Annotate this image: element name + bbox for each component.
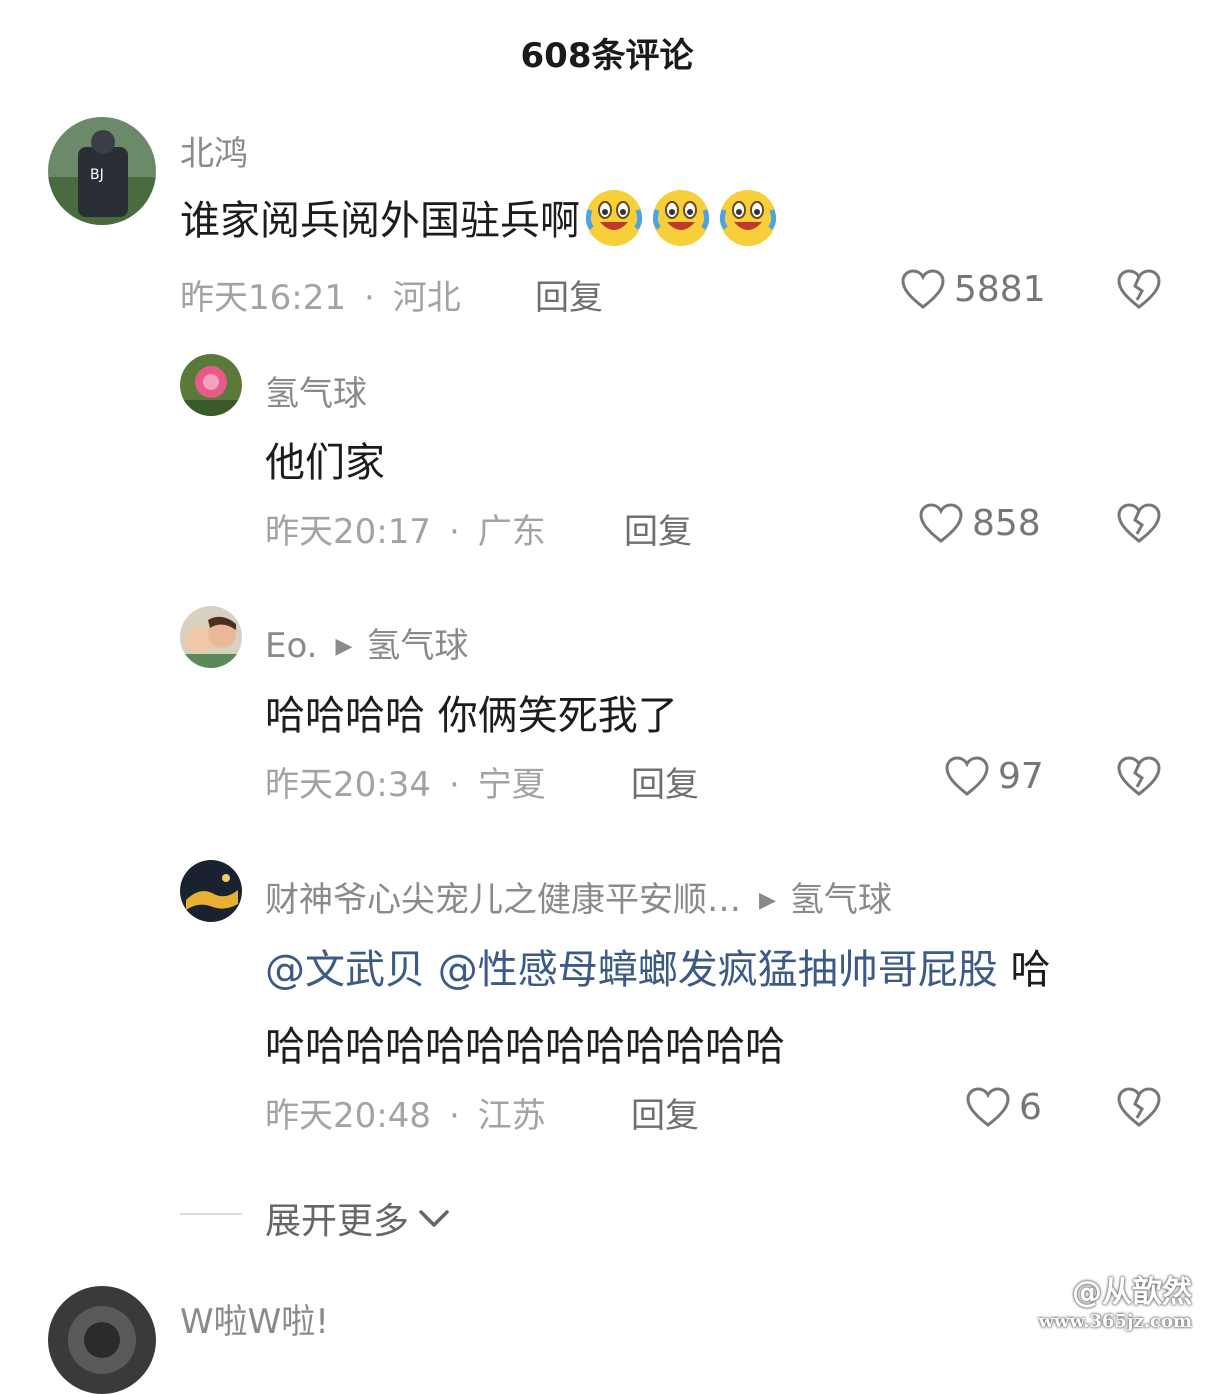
comment-location: 江苏 bbox=[477, 1096, 546, 1136]
username[interactable]: 北鸿 bbox=[180, 126, 248, 175]
expand-more-label: 展开更多 bbox=[265, 1201, 410, 1242]
comment-text-body: 哈 bbox=[1010, 947, 1051, 993]
reply-to-username[interactable]: 氢气球 bbox=[366, 626, 468, 666]
avatar[interactable] bbox=[180, 606, 242, 668]
like-count: 6 bbox=[1019, 1086, 1042, 1128]
comment-location: 宁夏 bbox=[477, 765, 546, 805]
mention-link[interactable]: @文武贝 bbox=[265, 947, 425, 993]
avatar[interactable]: BJ bbox=[48, 117, 156, 225]
dislike-button[interactable] bbox=[1115, 268, 1163, 314]
like-button[interactable]: 97 bbox=[944, 755, 1044, 797]
expand-more-button[interactable]: 展开更多 bbox=[265, 1192, 451, 1244]
comment-location: 广东 bbox=[477, 512, 546, 552]
username[interactable]: W啦W啦! bbox=[180, 1294, 329, 1343]
watermark: @从歆然 www.365jz.com bbox=[1038, 1267, 1192, 1332]
comment-text: 哈哈哈哈 你俩笑死我了 bbox=[265, 693, 678, 739]
watermark-handle: @从歆然 bbox=[1072, 1275, 1192, 1310]
like-button[interactable]: 5881 bbox=[900, 268, 1046, 310]
avatar[interactable] bbox=[48, 1286, 156, 1394]
comment-meta: 昨天20:34 · 宁夏 bbox=[265, 765, 546, 805]
svg-text:BJ: BJ bbox=[90, 167, 104, 183]
mention-link[interactable]: @性感母蟑螂发疯猛抽帅哥屁股 bbox=[438, 947, 998, 993]
comment-text: 他们家 bbox=[265, 440, 385, 486]
reply-button[interactable]: 回复 bbox=[631, 757, 699, 806]
username[interactable]: 氢气球 bbox=[265, 366, 367, 415]
reply-button[interactable]: 回复 bbox=[535, 270, 603, 319]
reply-arrow-icon: ▶ bbox=[759, 888, 776, 913]
comment-meta: 昨天16:21 · 河北 bbox=[180, 278, 461, 318]
username[interactable]: Eo. bbox=[265, 626, 318, 666]
comment-meta: 昨天20:17 · 广东 bbox=[265, 512, 546, 552]
like-count: 97 bbox=[998, 755, 1044, 797]
like-button[interactable]: 6 bbox=[965, 1086, 1042, 1128]
broken-heart-icon bbox=[1117, 756, 1161, 796]
like-count: 5881 bbox=[954, 268, 1046, 310]
dislike-button[interactable] bbox=[1115, 502, 1163, 548]
dislike-button[interactable] bbox=[1115, 1086, 1163, 1132]
watermark-url: www.365jz.com bbox=[1038, 1311, 1192, 1332]
username-thread: 财神爷心尖宠儿之健康平安顺… ▶ 氢气球 bbox=[265, 872, 892, 921]
reply-to-username[interactable]: 氢气球 bbox=[790, 880, 892, 920]
username-thread: Eo. ▶ 氢气球 bbox=[265, 618, 468, 667]
avatar[interactable] bbox=[180, 354, 242, 416]
dislike-button[interactable] bbox=[1115, 755, 1163, 801]
reply-button[interactable]: 回复 bbox=[631, 1088, 699, 1137]
comment-location: 河北 bbox=[392, 278, 461, 318]
reply-arrow-icon: ▶ bbox=[335, 634, 353, 659]
comment-time: 昨天20:17 bbox=[265, 512, 431, 552]
like-count: 858 bbox=[972, 502, 1041, 544]
comment-meta: 昨天20:48 · 江苏 bbox=[265, 1096, 546, 1136]
chevron-down-icon bbox=[419, 1210, 449, 1227]
heart-icon bbox=[945, 756, 989, 796]
reply-button[interactable]: 回复 bbox=[624, 504, 692, 553]
comment-text-line1: @文武贝 @性感母蟑螂发疯猛抽帅哥屁股 哈 bbox=[265, 937, 1050, 995]
comment-text: 谁家阅兵阅外国驻兵啊 bbox=[180, 188, 780, 258]
crying-laughing-icon bbox=[584, 188, 780, 258]
broken-heart-icon bbox=[1117, 503, 1161, 543]
comment-count-title: 608条评论 bbox=[520, 36, 694, 76]
heart-icon bbox=[901, 269, 945, 309]
username[interactable]: 财神爷心尖宠儿之健康平安顺… bbox=[265, 880, 741, 920]
broken-heart-icon bbox=[1117, 269, 1161, 309]
comment-text-body: 谁家阅兵阅外国驻兵啊 bbox=[180, 198, 580, 244]
avatar[interactable] bbox=[180, 860, 242, 922]
like-button[interactable]: 858 bbox=[918, 502, 1041, 544]
heart-icon bbox=[966, 1087, 1010, 1127]
broken-heart-icon bbox=[1117, 1087, 1161, 1127]
divider bbox=[180, 1213, 242, 1215]
comment-time: 昨天16:21 bbox=[180, 278, 346, 318]
comment-time: 昨天20:34 bbox=[265, 765, 431, 805]
heart-icon bbox=[919, 503, 963, 543]
comment-text-line2: 哈哈哈哈哈哈哈哈哈哈哈哈哈 bbox=[265, 1024, 785, 1070]
comment-time: 昨天20:48 bbox=[265, 1096, 431, 1136]
